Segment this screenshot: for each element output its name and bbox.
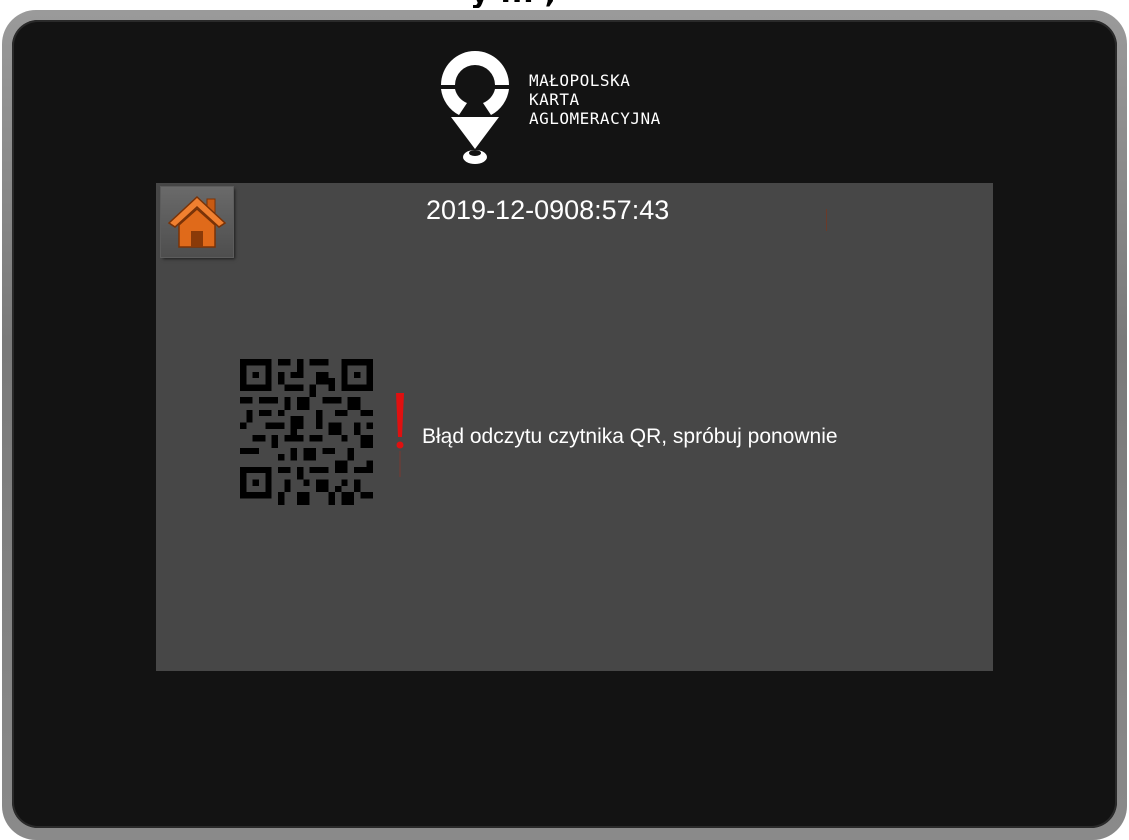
cropped-header-text: y ... , xyxy=(470,0,890,8)
main-panel: 2019-12-0908:57:43 Błąd odczytu czytnika… xyxy=(156,183,993,671)
home-button[interactable] xyxy=(161,187,233,257)
map-pin-logo-icon xyxy=(441,51,509,164)
date-text: 2019-12-09 xyxy=(426,195,565,225)
brand-name: MAŁOPOLSKA KARTA AGLOMERACYJNA xyxy=(529,71,661,128)
divider-mark xyxy=(826,209,827,231)
home-icon xyxy=(167,195,227,248)
brand-line-1: MAŁOPOLSKA xyxy=(529,71,631,90)
brand-logo: MAŁOPOLSKA KARTA AGLOMERACYJNA xyxy=(437,49,737,171)
brand-line-2: KARTA xyxy=(529,90,580,109)
brand-line-3: AGLOMERACYJNA xyxy=(529,109,661,128)
error-message: Błąd odczytu czytnika QR, spróbuj ponown… xyxy=(422,425,838,448)
exclamation-icon xyxy=(396,393,404,477)
time-text: 08:57:43 xyxy=(564,195,670,225)
datetime-display: 2019-12-0908:57:43 xyxy=(426,195,669,226)
qr-code-icon xyxy=(240,359,373,505)
kiosk-screen: MAŁOPOLSKA KARTA AGLOMERACYJNA 2019-12-0… xyxy=(12,20,1117,828)
